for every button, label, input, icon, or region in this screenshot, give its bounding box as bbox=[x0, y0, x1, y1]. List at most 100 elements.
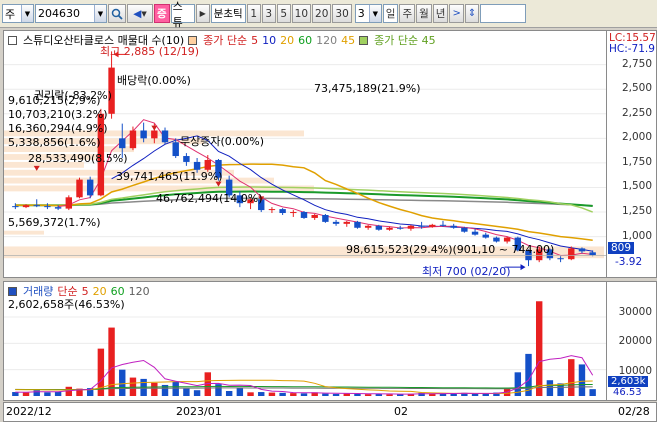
legend-ma5: 5 bbox=[251, 33, 259, 47]
current-volume-badge: 2,603k bbox=[608, 376, 649, 387]
candle-body bbox=[33, 205, 40, 207]
price-axis: LC:15.57 HC:-71.9 2,750 2,500 2,250 2,000 1,… bbox=[607, 30, 657, 278]
volume-bar bbox=[450, 393, 457, 396]
volume-bar bbox=[268, 392, 276, 396]
candle-body bbox=[418, 225, 425, 227]
date-tick: 2023/01 bbox=[176, 405, 222, 418]
legend-ma45: 45 bbox=[341, 33, 356, 47]
interval-3-button[interactable]: 3 bbox=[261, 4, 276, 23]
legend-vma120: 120 bbox=[128, 284, 150, 298]
volume-bar bbox=[332, 393, 340, 396]
volume-profile-label: 39,741,465(11.9%) bbox=[116, 170, 223, 183]
interval-30-button[interactable]: 30 bbox=[332, 4, 352, 23]
candle-body bbox=[429, 224, 436, 227]
interval-10-button[interactable]: 10 bbox=[291, 4, 312, 23]
candle-body bbox=[76, 179, 83, 198]
chevron-down-icon: ▼ bbox=[94, 5, 106, 22]
volume-bar bbox=[151, 382, 158, 396]
dividend-label: 배당락(0.00%) bbox=[117, 74, 191, 87]
candle-body bbox=[568, 248, 575, 260]
candle-body bbox=[300, 212, 308, 218]
candle-body bbox=[589, 252, 596, 256]
candle-body bbox=[183, 156, 190, 162]
current-volume-pct: 46.53 bbox=[613, 387, 642, 398]
candle-body bbox=[44, 206, 51, 208]
candle-body bbox=[407, 225, 415, 229]
low-price-label: 최저 700 (02/20) bbox=[422, 265, 511, 278]
candle-body bbox=[354, 221, 361, 228]
period-week-button[interactable]: 주 bbox=[399, 4, 416, 23]
volume-bar bbox=[568, 359, 575, 396]
interval-select[interactable]: 3 ▼ bbox=[354, 4, 382, 23]
candle-body bbox=[482, 234, 489, 238]
speaker-button[interactable]: ◀ ▼ bbox=[127, 4, 153, 23]
candle-body bbox=[268, 209, 276, 211]
legend-swatch bbox=[8, 286, 17, 296]
stock-code-value: 204630 bbox=[38, 7, 80, 20]
market-select[interactable]: 주 ▼ bbox=[2, 4, 34, 23]
price-chart-panel[interactable]: 스튜디오산타클로스 매물대 수(10) 종가 단순 5 10 20 60 120… bbox=[3, 30, 607, 278]
volume-bar bbox=[33, 390, 40, 396]
high-price-label: 최고 2,885 (12/19) bbox=[100, 45, 200, 58]
capital-increase-label: 무상증자(0.00%) bbox=[180, 135, 265, 148]
chevron-down-icon: ▼ bbox=[21, 5, 33, 22]
chevron-right-icon: > bbox=[452, 8, 461, 19]
volume-bar bbox=[279, 392, 286, 396]
candle-body bbox=[343, 221, 350, 224]
candle-body bbox=[450, 225, 457, 228]
candle-body bbox=[140, 130, 147, 139]
current-change-label: -3.92 bbox=[615, 256, 643, 268]
arrow-right-icon bbox=[520, 264, 526, 271]
candle-body bbox=[364, 225, 372, 228]
price-tick: 1,750 bbox=[621, 155, 652, 168]
period-day-button[interactable]: 일 bbox=[382, 4, 399, 23]
volume-bar bbox=[247, 392, 254, 396]
candle-body bbox=[557, 258, 564, 260]
candle-body bbox=[172, 142, 179, 157]
volume-profile-label: 5,569,372(1.7%) bbox=[8, 216, 101, 229]
volume-axis: 30000 20000 10000 2,603k 46.53 bbox=[607, 281, 657, 401]
legend-ma-label: 종가 단순 bbox=[203, 34, 248, 47]
stock-name-field[interactable]: 스튜 bbox=[170, 0, 195, 29]
period-year-button[interactable]: 년 bbox=[432, 4, 449, 23]
period-month-button[interactable]: 월 bbox=[416, 4, 432, 23]
candle-body bbox=[204, 159, 211, 170]
count-input[interactable] bbox=[480, 4, 527, 23]
prev-arrow-button[interactable]: ▶ bbox=[195, 4, 210, 23]
current-price-badge: 809 bbox=[608, 242, 635, 254]
legend-ma20: 20 bbox=[280, 33, 295, 47]
legend-swatch bbox=[359, 35, 369, 45]
price-tick: 1,500 bbox=[621, 180, 652, 193]
candle-body bbox=[12, 206, 19, 208]
candle-body bbox=[290, 212, 297, 214]
date-axis: 2022/12 2023/01 02 02/28 bbox=[3, 402, 657, 422]
date-tick: 02 bbox=[394, 405, 408, 418]
chart-toolbar: 주 ▼ 204630 ▼ ◀ ▼ 증 스튜 ▶ 분초틱 1 3 5 10 20 3… bbox=[0, 0, 657, 29]
volume-bar bbox=[119, 369, 126, 396]
chart-type-button[interactable]: 분초틱 bbox=[210, 4, 246, 23]
price-tick: 2,000 bbox=[621, 131, 652, 144]
volume-bar bbox=[322, 393, 329, 396]
updown-button[interactable]: ⇕ bbox=[464, 4, 480, 23]
search-icon bbox=[111, 8, 123, 20]
interval-1-button[interactable]: 1 bbox=[246, 4, 261, 23]
stock-code-input[interactable]: 204630 ▼ bbox=[35, 4, 107, 23]
search-button[interactable] bbox=[108, 4, 126, 23]
price-tick: 2,750 bbox=[621, 57, 652, 70]
speaker-icon: ◀ bbox=[133, 7, 142, 20]
interval-5-button[interactable]: 5 bbox=[276, 4, 291, 23]
candle-body bbox=[151, 130, 158, 139]
next-arrow-button[interactable]: > bbox=[449, 4, 464, 23]
candle-body bbox=[578, 248, 586, 252]
volume-bar bbox=[546, 380, 554, 396]
interval-20-button[interactable]: 20 bbox=[312, 4, 332, 23]
candle-body bbox=[65, 197, 73, 209]
volume-bar bbox=[343, 393, 350, 396]
legend-ma10: 10 bbox=[262, 33, 277, 47]
volume-chart-panel[interactable]: 거래량 단순 5 20 60 120 2,602,658주(46.53%) bbox=[3, 281, 607, 401]
candle-body bbox=[311, 214, 318, 218]
candle-body bbox=[193, 161, 201, 170]
price-legend: 스튜디오산타클로스 매물대 수(10) 종가 단순 5 10 20 60 120… bbox=[8, 32, 436, 48]
volume-profile-label: 73,475,189(21.9%) bbox=[314, 82, 421, 95]
volume-bar bbox=[183, 388, 190, 396]
